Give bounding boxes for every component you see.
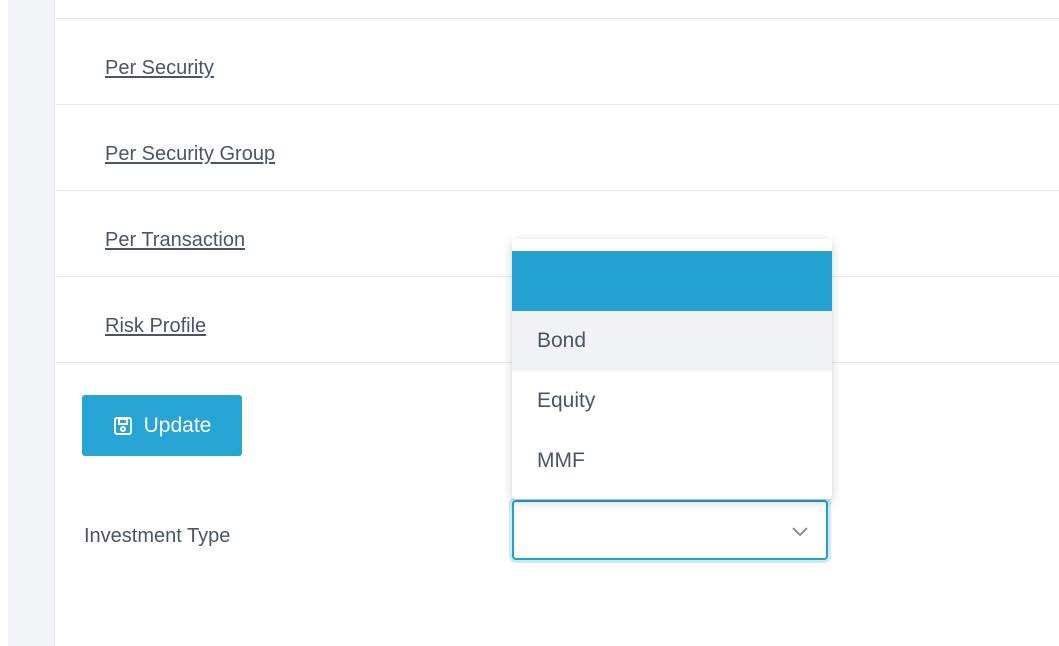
left-side-panel [8,0,55,646]
investment-type-option-equity[interactable]: Equity [512,371,832,431]
investment-type-option-blank[interactable] [512,251,832,311]
investment-type-option-bond[interactable]: Bond [512,311,832,371]
investment-type-label: Investment Type [84,525,231,547]
dropdown-top-spacing [512,239,832,251]
investment-type-select[interactable] [512,500,828,560]
risk-profile-link[interactable]: Risk Profile [105,315,206,338]
menu-row-per-security-group: Per Security Group [56,105,1059,191]
left-rail [0,0,8,646]
chevron-down-icon [792,524,808,537]
menu-row-per-security: Per Security [56,19,1059,105]
option-label: Equity [537,389,596,412]
per-security-group-link[interactable]: Per Security Group [105,143,275,166]
investment-type-option-mmf[interactable]: MMF [512,431,832,491]
investment-type-dropdown: Bond Equity MMF [512,239,832,499]
option-label: Bond [537,329,587,352]
update-button[interactable]: Update [82,395,242,456]
update-button-label: Update [143,413,212,437]
floppy-disk-save-icon [113,416,133,436]
per-security-link[interactable]: Per Security [105,57,214,80]
per-transaction-link[interactable]: Per Transaction [105,229,245,252]
investment-settings-page: Per Security Per Security Group Per Tran… [0,0,1059,646]
option-label: MMF [537,449,585,472]
